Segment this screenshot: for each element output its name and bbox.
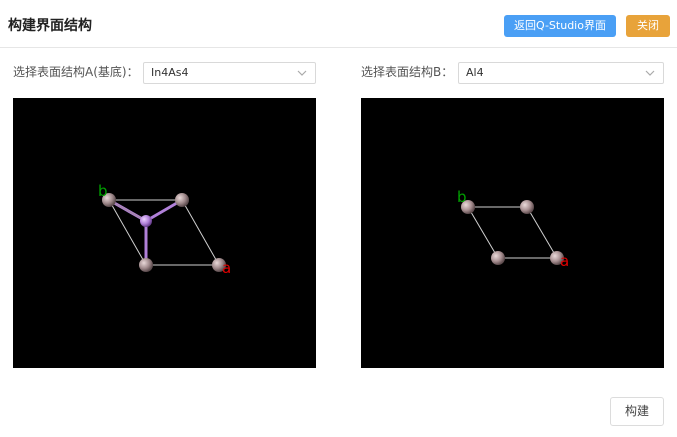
- al-atom: [491, 251, 505, 265]
- structure-a-select[interactable]: In4As4: [143, 62, 316, 84]
- structure-b-label: 选择表面结构B：: [361, 65, 454, 79]
- structure-b-viewer[interactable]: b a: [361, 98, 664, 368]
- dialog-header: 构建界面结构 返回Q-Studio界面 关闭: [0, 0, 677, 48]
- structure-b-select[interactable]: Al4: [458, 62, 664, 84]
- structure-b-3d-model[interactable]: b a: [361, 98, 664, 368]
- al-atom: [520, 200, 534, 214]
- close-button[interactable]: 关闭: [626, 15, 670, 37]
- structure-a-label: 选择表面结构A(基底)：: [13, 65, 139, 79]
- as-atom: [140, 215, 152, 227]
- axis-b-label: b: [457, 188, 467, 206]
- unit-cell-outline: [467, 206, 558, 259]
- axis-a-label: a: [560, 252, 569, 270]
- structure-b-selected-value: Al4: [466, 66, 484, 79]
- structure-a-3d-model[interactable]: b a: [13, 98, 316, 368]
- structure-a-viewer[interactable]: b a: [13, 98, 316, 368]
- in-atom: [139, 258, 153, 272]
- chevron-down-icon: [645, 70, 655, 76]
- axis-b-label: b: [98, 182, 108, 200]
- build-button[interactable]: 构建: [610, 397, 664, 426]
- dialog-title: 构建界面结构: [8, 18, 92, 34]
- return-to-qstudio-button[interactable]: 返回Q-Studio界面: [504, 15, 616, 37]
- structure-a-selected-value: In4As4: [151, 66, 189, 79]
- axis-a-label: a: [222, 259, 231, 277]
- chevron-down-icon: [297, 70, 307, 76]
- in-atom: [175, 193, 189, 207]
